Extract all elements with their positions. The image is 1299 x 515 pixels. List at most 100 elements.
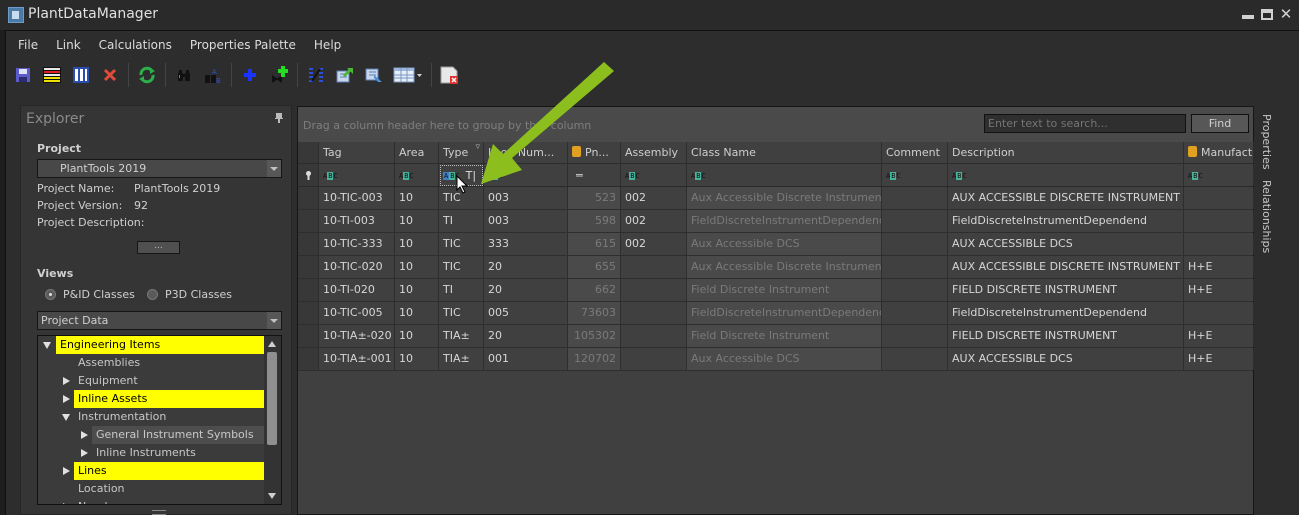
menu-link[interactable]: Link — [50, 36, 87, 54]
filter-cell-description[interactable]: ABC — [948, 164, 1184, 186]
cell-loop-number[interactable]: 001 — [484, 348, 568, 370]
text-filter-operator-icon[interactable]: ABC — [1188, 171, 1203, 181]
cell-type[interactable]: TIC — [439, 256, 484, 278]
row-indicator[interactable] — [298, 279, 319, 301]
cell-area[interactable]: 10 — [395, 187, 439, 209]
cell-comment[interactable] — [882, 256, 948, 278]
table-row[interactable]: 10-TI-020 10 TI 20 662 Field Discrete Instrum… — [298, 279, 1254, 302]
find-replace-button[interactable]: AB — [202, 64, 224, 86]
filter-icon[interactable]: ▿ — [475, 142, 480, 158]
filter-cell-assembly[interactable]: ABC — [621, 164, 687, 186]
cell-pnpid[interactable]: 655 — [568, 256, 621, 278]
filter-cell-loop-number[interactable]: ABC — [484, 164, 568, 186]
cell-tag[interactable]: 10-TIC-020 — [319, 256, 395, 278]
cell-pnpid[interactable]: 523 — [568, 187, 621, 209]
cell-class-name[interactable]: FieldDiscreteInstrumentDependend — [687, 302, 882, 324]
cell-tag[interactable]: 10-TIC-005 — [319, 302, 395, 324]
find-button[interactable] — [173, 64, 195, 86]
text-filter-operator-icon[interactable]: ABC — [625, 171, 640, 181]
cell-tag[interactable]: 10-TI-003 — [319, 210, 395, 232]
cell-assembly[interactable]: 002 — [621, 233, 687, 255]
maximize-button[interactable] — [1260, 7, 1274, 21]
search-input[interactable] — [984, 114, 1186, 133]
cell-comment[interactable] — [882, 302, 948, 324]
row-list-button[interactable] — [41, 64, 63, 86]
cell-tag[interactable]: 10-TIC-333 — [319, 233, 395, 255]
column-header-pnpid[interactable]: Pn... — [568, 142, 621, 163]
tree-item-general-instrument-symbols[interactable]: General Instrument Symbols — [38, 426, 266, 444]
cell-manufacturer[interactable] — [1184, 233, 1254, 255]
cell-pnpid[interactable]: 120702 — [568, 348, 621, 370]
cell-class-name[interactable]: Field Discrete Instrument — [687, 325, 882, 347]
pin-icon[interactable] — [275, 113, 283, 123]
row-indicator[interactable] — [298, 233, 319, 255]
cell-pnpid[interactable]: 615 — [568, 233, 621, 255]
column-header-area[interactable]: Area — [395, 142, 439, 163]
save-button[interactable] — [12, 64, 34, 86]
cell-comment[interactable] — [882, 279, 948, 301]
cell-loop-number[interactable]: 20 — [484, 256, 568, 278]
cell-type[interactable]: TIC — [439, 302, 484, 324]
scroll-down-icon[interactable] — [268, 493, 276, 499]
cell-manufacturer[interactable]: H+E — [1184, 256, 1254, 278]
cell-pnpid[interactable]: 598 — [568, 210, 621, 232]
cell-class-name[interactable]: Field Discrete Instrument — [687, 279, 882, 301]
project-select[interactable]: PlantTools 2019 — [37, 159, 282, 178]
menu-calculations[interactable]: Calculations — [93, 36, 178, 54]
cell-pnpid[interactable]: 105302 — [568, 325, 621, 347]
cell-manufacturer[interactable] — [1184, 302, 1254, 324]
cell-class-name[interactable]: Aux Accessible DCS — [687, 233, 882, 255]
cell-tag[interactable]: 10-TIA±-001 — [319, 348, 395, 370]
cell-area[interactable]: 10 — [395, 325, 439, 347]
filter-cell-area[interactable]: ABC — [395, 164, 439, 186]
column-list-button[interactable] — [70, 64, 92, 86]
cell-loop-number[interactable]: 005 — [484, 302, 568, 324]
cell-loop-number[interactable]: 20 — [484, 279, 568, 301]
cell-description[interactable]: AUX ACCESSIBLE DISCRETE INSTRUMENT — [948, 187, 1184, 209]
text-filter-operator-icon[interactable]: ABC — [691, 171, 706, 181]
cell-tag[interactable]: 10-TIA±-020 — [319, 325, 395, 347]
export-button[interactable] — [334, 64, 356, 86]
cell-manufacturer[interactable]: H+E — [1184, 325, 1254, 347]
column-header-loop-number[interactable]: Loop Num... — [484, 142, 568, 163]
text-filter-operator-icon[interactable]: ABC — [399, 171, 414, 181]
tab-properties[interactable]: Properties — [1260, 114, 1273, 170]
scroll-up-icon[interactable] — [268, 341, 276, 347]
menu-help[interactable]: Help — [308, 36, 347, 54]
text-filter-operator-icon[interactable]: ABC — [323, 171, 338, 181]
filter-cell-tag[interactable]: ABC — [319, 164, 395, 186]
cell-comment[interactable] — [882, 325, 948, 347]
cell-loop-number[interactable]: 333 — [484, 233, 568, 255]
cell-pnpid[interactable]: 73603 — [568, 302, 621, 324]
cell-loop-number[interactable]: 20 — [484, 325, 568, 347]
cell-description[interactable]: FieldDiscreteInstrumentDependend — [948, 210, 1184, 232]
cell-manufacturer[interactable]: H+E — [1184, 348, 1254, 370]
cell-assembly[interactable] — [621, 279, 687, 301]
filter-cell-manufacturer[interactable]: ABC — [1184, 164, 1254, 186]
tree-item-engineering-items[interactable]: Engineering Items — [38, 336, 266, 354]
cell-manufacturer[interactable]: H+E — [1184, 279, 1254, 301]
table-row[interactable]: 10-TIC-005 10 TIC 005 73603 FieldDiscreteInst… — [298, 302, 1254, 325]
cell-comment[interactable] — [882, 187, 948, 209]
radio-p3d-classes[interactable]: P3D Classes — [147, 288, 232, 301]
find-button[interactable]: Find — [1191, 114, 1249, 133]
cell-description[interactable]: AUX ACCESSIBLE DCS — [948, 348, 1184, 370]
tab-relationships[interactable]: Relationships — [1260, 180, 1273, 253]
table-row[interactable]: 10-TIC-020 10 TIC 20 655 Aux Accessible Discr… — [298, 256, 1254, 279]
tree-item-location[interactable]: Location — [38, 480, 266, 498]
cell-loop-number[interactable]: 003 — [484, 210, 568, 232]
column-header-class-name[interactable]: Class Name — [687, 142, 882, 163]
resize-grip[interactable] — [152, 510, 166, 515]
column-header-manufacturer[interactable]: Manufact... — [1184, 142, 1254, 163]
tree-item-inline-assets[interactable]: Inline Assets — [38, 390, 266, 408]
menu-properties-palette[interactable]: Properties Palette — [184, 36, 302, 54]
table-row[interactable]: 10-TIC-003 10 TIC 003 523 002 Aux Accessible D… — [298, 187, 1254, 210]
add-button[interactable] — [239, 64, 261, 86]
project-details-button[interactable]: ... — [137, 241, 180, 254]
add-valve-button[interactable] — [268, 64, 290, 86]
row-indicator[interactable] — [298, 256, 319, 278]
cell-description[interactable]: FIELD DISCRETE INSTRUMENT — [948, 325, 1184, 347]
cell-description[interactable]: FIELD DISCRETE INSTRUMENT — [948, 279, 1184, 301]
table-row[interactable]: 10-TI-003 10 TI 003 598 002 FieldDiscreteInstr… — [298, 210, 1254, 233]
cell-area[interactable]: 10 — [395, 279, 439, 301]
